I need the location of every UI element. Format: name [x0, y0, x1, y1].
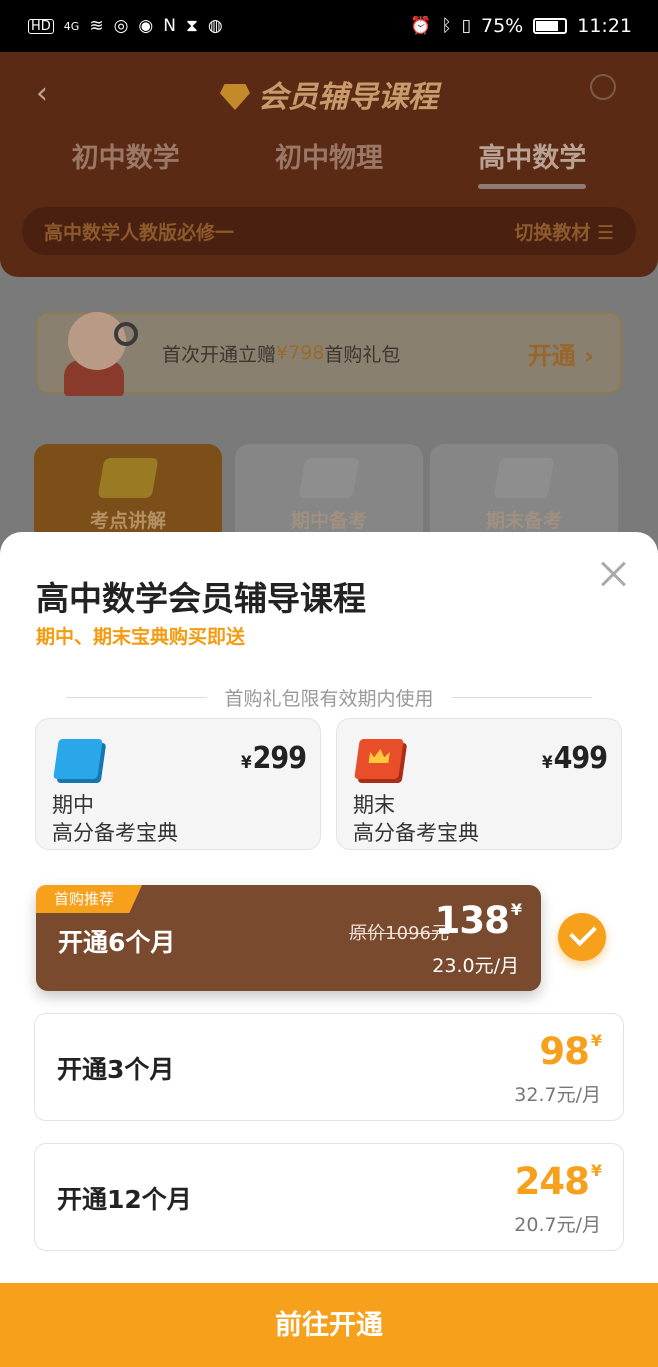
chevron-right-icon: ›: [584, 342, 594, 370]
promo-text-highlight: ¥798: [276, 342, 325, 364]
course-header: ‹ 会员辅导课程 初中数学 初中物理 高中数学 高中数学人教版必修一 切换教材 …: [0, 52, 658, 277]
vibrate-icon: ▯: [461, 15, 471, 36]
promo-open-link[interactable]: 开通 ›: [528, 336, 594, 371]
plan-price: 98 ¥: [539, 1030, 602, 1073]
sheet-subtitle: 期中、期末宝典购买即送: [36, 626, 246, 648]
plan-name: 开通12个月: [57, 1185, 192, 1214]
category-label: 期中备考: [290, 510, 367, 532]
purchase-sheet: 高中数学会员辅导课程 期中、期末宝典购买即送 首购礼包限有效期内使用 ¥299 …: [0, 532, 658, 1367]
category-midterm[interactable]: 期中备考: [235, 444, 423, 544]
plan-6-months[interactable]: 首购推荐 开通6个月 原价1096元 138 ¥ 23.0元/月: [36, 885, 541, 991]
sync-icon: ◎: [113, 15, 129, 36]
gift-price: ¥499: [542, 741, 608, 776]
mascot-illustration: [58, 306, 144, 396]
blue-book-icon: [53, 739, 103, 779]
book-icon: [298, 458, 360, 498]
gift-desc: 高分备考宝典: [52, 821, 178, 845]
wifi-icon: ≋: [89, 15, 104, 36]
hd-icon: HD: [28, 18, 54, 34]
status-bar: HD 4G ≋ ◎ ◉ N ⧗ ◍ ⏰ ᛒ ▯ 75% 11:21: [0, 0, 658, 52]
promo-open-label: 开通: [527, 342, 576, 370]
selected-check-icon: [558, 913, 606, 961]
gift-title: 期中: [52, 793, 94, 817]
sheet-title: 高中数学会员辅导课程: [36, 579, 366, 618]
gift-card-final: ¥499 期末 高分备考宝典: [336, 718, 622, 850]
plan-12-months[interactable]: 开通12个月 248 ¥ 20.7元/月: [34, 1143, 624, 1251]
promo-text-after: 首购礼包: [324, 343, 401, 366]
globe-icon: ◍: [207, 15, 223, 36]
textbook-bar: 高中数学人教版必修一 切换教材 ☰: [22, 207, 636, 255]
magnifier-icon: [114, 322, 138, 346]
gift-desc: 高分备考宝典: [353, 821, 479, 845]
tab-junior-math[interactable]: 初中数学: [72, 136, 180, 189]
help-icon[interactable]: [590, 74, 616, 100]
recommend-badge: 首购推荐: [36, 885, 143, 913]
eye-icon: ◉: [138, 15, 154, 36]
subject-tabs: 初中数学 初中物理 高中数学: [0, 136, 658, 189]
plan-name: 开通6个月: [58, 928, 176, 957]
header-title-wrap: 会员辅导课程: [0, 72, 658, 116]
nfc-icon: N: [163, 15, 176, 36]
clock: 11:21: [577, 15, 632, 37]
category-final[interactable]: 期末备考: [430, 444, 618, 544]
plan-per-month: 20.7元/月: [514, 1214, 601, 1236]
plan-per-month: 23.0元/月: [432, 955, 519, 977]
category-keypoints[interactable]: 考点讲解: [34, 444, 222, 544]
bluetooth-icon: ᛒ: [441, 15, 452, 36]
gift-divider: 首购礼包限有效期内使用: [66, 684, 593, 711]
tab-senior-math[interactable]: 高中数学: [478, 136, 587, 189]
plan-price: 248 ¥: [514, 1160, 602, 1203]
first-purchase-banner[interactable]: 首次开通立赠 ¥798 首购礼包 开通 ›: [36, 312, 622, 396]
plan-name: 开通3个月: [57, 1055, 175, 1084]
book-icon: [493, 458, 555, 498]
gift-price: ¥299: [241, 741, 307, 776]
plan-3-months[interactable]: 开通3个月 98 ¥ 32.7元/月: [34, 1013, 624, 1121]
close-icon[interactable]: [600, 560, 628, 588]
switch-icon: ☰: [596, 221, 614, 244]
gift-divider-text: 首购礼包限有效期内使用: [224, 688, 434, 710]
alarm-icon: ⏰: [410, 15, 432, 36]
promo-text-before: 首次开通立赠: [162, 343, 277, 366]
red-crown-book-icon: [354, 739, 404, 779]
diamond-icon: [220, 84, 250, 110]
battery-percent: 75%: [481, 15, 524, 37]
gift-card-midterm: ¥299 期中 高分备考宝典: [35, 718, 321, 850]
header-title: 会员辅导课程: [258, 80, 438, 115]
switch-textbook-label: 切换教材: [514, 221, 591, 244]
go-activate-button[interactable]: 前往开通: [0, 1283, 658, 1367]
lightning-book-icon: [97, 458, 159, 498]
plan-price: 138 ¥: [434, 899, 522, 942]
switch-textbook-button[interactable]: 切换教材 ☰: [514, 218, 614, 245]
gift-title: 期末: [353, 793, 395, 817]
signal-icon: 4G: [63, 19, 80, 33]
category-label: 考点讲解: [89, 510, 166, 532]
textbook-label: 高中数学人教版必修一: [44, 221, 235, 244]
plan-per-month: 32.7元/月: [514, 1084, 601, 1106]
hourglass-icon: ⧗: [185, 15, 198, 36]
category-label: 期末备考: [485, 510, 562, 532]
battery-icon: [533, 18, 568, 34]
tab-junior-physics[interactable]: 初中物理: [275, 136, 383, 189]
